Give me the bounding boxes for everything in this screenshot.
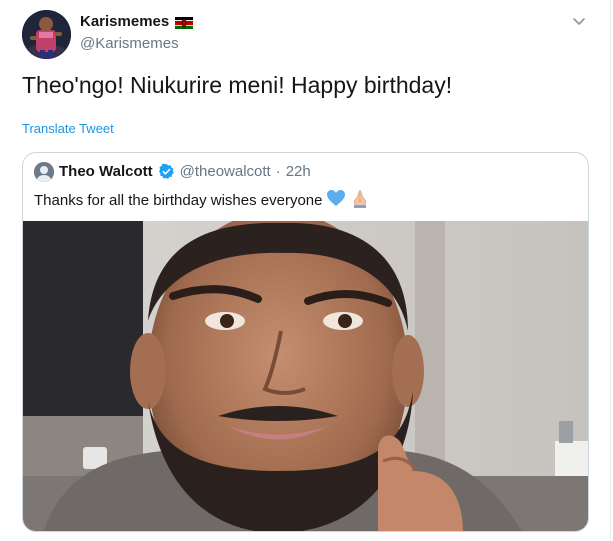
verified-badge-icon bbox=[158, 163, 175, 180]
tweet-card: Karismemes @Karismemes Theo'ngo! Niukuri… bbox=[0, 0, 611, 541]
quoted-tweet[interactable]: Theo Walcott @theowalcott · 22h Thanks f… bbox=[22, 152, 589, 532]
quoted-display-name[interactable]: Theo Walcott bbox=[59, 163, 153, 180]
quoted-handle[interactable]: @theowalcott bbox=[180, 163, 271, 180]
chevron-down-icon[interactable] bbox=[572, 14, 586, 28]
translate-tweet-link[interactable]: Translate Tweet bbox=[22, 121, 114, 136]
quoted-photo[interactable] bbox=[23, 221, 588, 531]
separator-dot: · bbox=[275, 163, 281, 180]
handle[interactable]: @Karismemes bbox=[80, 35, 179, 52]
author-row: Karismemes bbox=[80, 13, 194, 30]
kenya-flag-icon bbox=[175, 16, 194, 29]
quoted-timestamp[interactable]: 22h bbox=[286, 163, 311, 180]
display-name[interactable]: Karismemes bbox=[80, 13, 169, 30]
quoted-text-row: Thanks for all the birthday wishes every… bbox=[34, 188, 370, 212]
quoted-header: Theo Walcott @theowalcott · 22h bbox=[59, 163, 311, 180]
tweet-text: Theo'ngo! Niukurire meni! Happy birthday… bbox=[22, 72, 453, 98]
blue-heart-icon bbox=[326, 189, 346, 211]
avatar[interactable] bbox=[22, 10, 71, 59]
folded-hands-icon bbox=[350, 188, 370, 212]
quoted-text: Thanks for all the birthday wishes every… bbox=[34, 191, 323, 209]
quoted-avatar[interactable] bbox=[34, 162, 54, 182]
